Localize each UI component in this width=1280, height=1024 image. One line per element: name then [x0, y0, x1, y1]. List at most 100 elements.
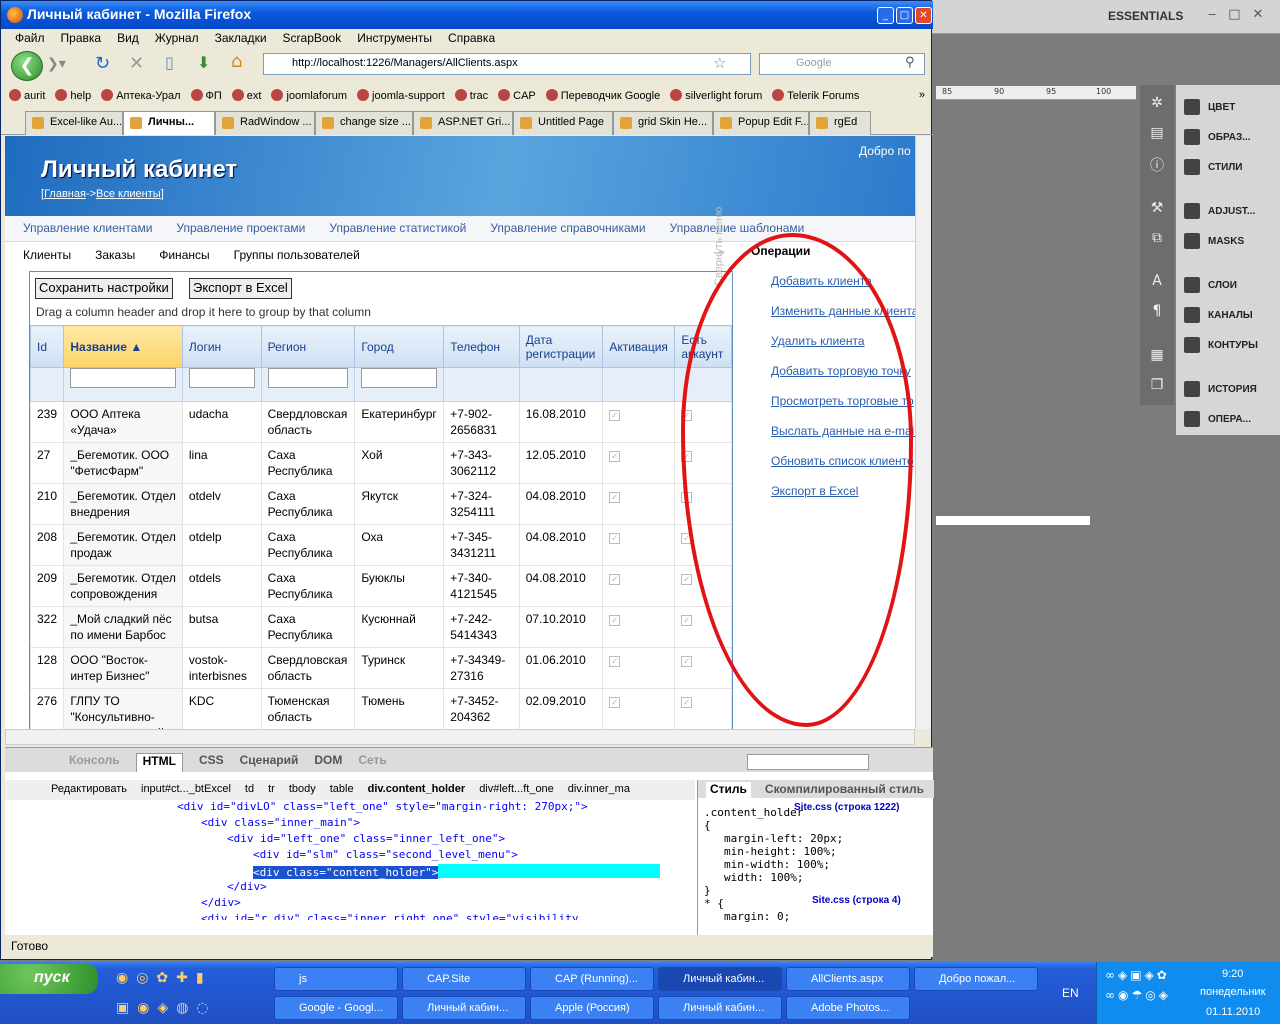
tab-lichny[interactable]: Личны... [123, 111, 215, 135]
panel-layers[interactable]: СЛОИ [1184, 277, 1237, 293]
filter-city-input[interactable] [361, 368, 438, 388]
column-header-name[interactable]: Название ▲ [63, 325, 183, 368]
css-source-link[interactable]: Site.css (строка 4) [812, 895, 901, 906]
breadcrumb-home[interactable]: Главная [44, 188, 86, 200]
menu-tools[interactable]: Инструменты [357, 31, 432, 49]
fb-path-item[interactable]: td [245, 783, 254, 800]
html-node[interactable]: <div id="divLO" class="left_one" style="… [5, 800, 673, 816]
table-row[interactable]: 27 _Бегемотик. ООО "ФетисФарм" lina Саха Ре… [29, 442, 732, 484]
bookmark-item[interactable]: silverlight forum [670, 89, 762, 107]
html-node[interactable]: <div class="inner_main"> [5, 816, 673, 832]
clipboard-icon[interactable]: ▯ [165, 53, 174, 72]
table-row[interactable]: 209 _Бегемотик. Отдел сопровождения otdels… [29, 565, 732, 607]
start-button[interactable]: пуск [0, 964, 98, 994]
fb-tab-console[interactable]: Консоль [69, 753, 120, 772]
menu-file[interactable]: Файл [15, 31, 45, 49]
bookmark-item[interactable]: ext [231, 89, 261, 107]
url-bar[interactable]: http://localhost:1226/Managers/AllClient… [263, 53, 751, 75]
filter-region-input[interactable] [267, 368, 349, 388]
export-excel-button[interactable]: Экспорт в Excel [189, 278, 292, 299]
submenu-user-groups[interactable]: Группы пользователей [234, 248, 360, 270]
bookmark-item[interactable]: ФП [190, 89, 222, 107]
menu-scrapbook[interactable]: ScrapBook [283, 31, 342, 49]
fb-tab-dom[interactable]: DOM [314, 753, 342, 772]
html-node[interactable]: <div id="left_one" class="inner_left_one… [5, 832, 673, 848]
html-node[interactable]: </div> [5, 880, 673, 896]
info-icon[interactable]: ⓘ [1148, 155, 1166, 174]
language-indicator[interactable]: EN [1062, 986, 1079, 1000]
menu-history[interactable]: Журнал [155, 31, 199, 49]
panel-masks[interactable]: MASKS [1184, 233, 1244, 249]
panel-actions[interactable]: ОПЕРА... [1184, 411, 1251, 427]
star-icon[interactable]: ☆ [713, 54, 726, 72]
panel-paths[interactable]: КОНТУРЫ [1184, 337, 1258, 353]
menu-clients[interactable]: Управление клиентами [23, 221, 152, 241]
quicklaunch-icons-row2[interactable]: ▣◉◈◍◌ [116, 1000, 217, 1016]
table-row[interactable]: 239 ООО Аптека «Удача» udacha Свердловская … [29, 401, 732, 443]
html-node[interactable]: </div> [5, 896, 673, 912]
search-input[interactable]: Google [759, 53, 925, 75]
column-header-id[interactable]: Id [29, 325, 65, 368]
css-prop[interactable]: width: 100%; [704, 871, 843, 884]
css-prop[interactable]: margin: 0; [704, 910, 843, 923]
bookmarks-overflow-icon[interactable]: » [919, 89, 933, 107]
table-row[interactable]: 208 _Бегемотик. Отдел продаж otdelp Саха Ре… [29, 524, 732, 566]
column-header-city[interactable]: Город [354, 325, 445, 368]
table-row[interactable]: 276ГЛПУ ТО "Консультивно-диагностический… [29, 688, 732, 729]
column-header-date[interactable]: Дата регистрации [518, 325, 604, 368]
bookmark-item[interactable]: aurit [9, 89, 45, 107]
taskbar-item-active[interactable]: Личный кабин... [658, 967, 782, 991]
fb-tab-css[interactable]: CSS [199, 753, 224, 772]
maximize-button[interactable]: □ [896, 7, 913, 24]
tab-popup-edit[interactable]: Popup Edit F... [713, 111, 809, 135]
column-header-login[interactable]: Логин [181, 325, 262, 368]
fb-path-item[interactable]: div.inner_ma [568, 783, 630, 800]
bookmark-item[interactable]: Переводчик Google [545, 89, 660, 107]
fb-path-item[interactable]: table [330, 783, 354, 800]
css-prop[interactable]: min-width: 100%; [704, 858, 843, 871]
search-icon[interactable]: ⚲ [905, 55, 915, 70]
tab-change-size[interactable]: change size ... [315, 111, 413, 135]
download-icon[interactable]: ⬇ [197, 53, 210, 72]
fb-path-item[interactable]: div.content_holder [368, 783, 466, 800]
photoshop-window-controls[interactable]: ‒□✕ [1208, 7, 1275, 22]
css-selector[interactable]: .content_holder [704, 806, 803, 819]
checkbox-icon[interactable]: ✓ [681, 615, 693, 626]
tray-icons[interactable]: ∞◈▣◈✿ [1105, 968, 1170, 982]
panel-adjustments[interactable]: ADJUST... [1184, 203, 1255, 219]
menu-references[interactable]: Управление справочниками [490, 221, 645, 241]
menu-statistics[interactable]: Управление статистикой [329, 221, 466, 241]
close-button[interactable]: ✕ [915, 7, 932, 24]
home-icon[interactable]: ⌂ [231, 51, 242, 72]
taskbar-item[interactable]: Adobe Photos... [786, 996, 910, 1020]
submenu-orders[interactable]: Заказы [95, 248, 135, 270]
css-prop[interactable]: min-height: 100%; [704, 845, 843, 858]
menu-projects[interactable]: Управление проектами [176, 221, 305, 241]
copy-icon[interactable]: ❐ [1148, 377, 1166, 395]
quicklaunch-icons[interactable]: ◉◎✿✚▮ [116, 970, 212, 986]
bookmark-item[interactable]: CAP [498, 89, 536, 107]
filter-name-input[interactable] [70, 368, 176, 388]
arrow-right-icon[interactable]: → [713, 246, 724, 261]
menu-bookmarks[interactable]: Закладки [215, 31, 267, 49]
tab-style[interactable]: Стиль [706, 782, 751, 798]
fb-edit-button[interactable]: Редактировать [51, 783, 127, 800]
checkbox-icon[interactable]: ✓ [609, 697, 621, 708]
taskbar-item[interactable]: AllClients.aspx [786, 967, 910, 991]
checkbox-icon[interactable]: ✓ [609, 410, 621, 421]
taskbar-item[interactable]: CAP (Running)... [530, 967, 654, 991]
tab-grid-skin[interactable]: grid Skin He... [613, 111, 713, 135]
tab-radwindow[interactable]: RadWindow ... [215, 111, 315, 135]
bookmark-item[interactable]: trac [454, 89, 488, 107]
table-row[interactable]: 322 _Мой сладкий пёс по имени Барбос butsa… [29, 606, 732, 648]
vertical-scrollbar[interactable] [915, 136, 931, 729]
taskbar-item[interactable]: Добро пожал... [914, 967, 1038, 991]
tab-rged[interactable]: rgEd [809, 111, 871, 135]
panel-history[interactable]: ИСТОРИЯ [1184, 381, 1257, 397]
fb-tab-script[interactable]: Сценарий [240, 753, 299, 772]
css-selector[interactable]: * { [704, 897, 724, 910]
fb-path-item[interactable]: tr [268, 783, 275, 800]
menu-help[interactable]: Справка [448, 31, 495, 49]
checkbox-icon[interactable]: ✓ [609, 574, 621, 585]
panel-color[interactable]: ЦВЕТ [1184, 99, 1235, 115]
